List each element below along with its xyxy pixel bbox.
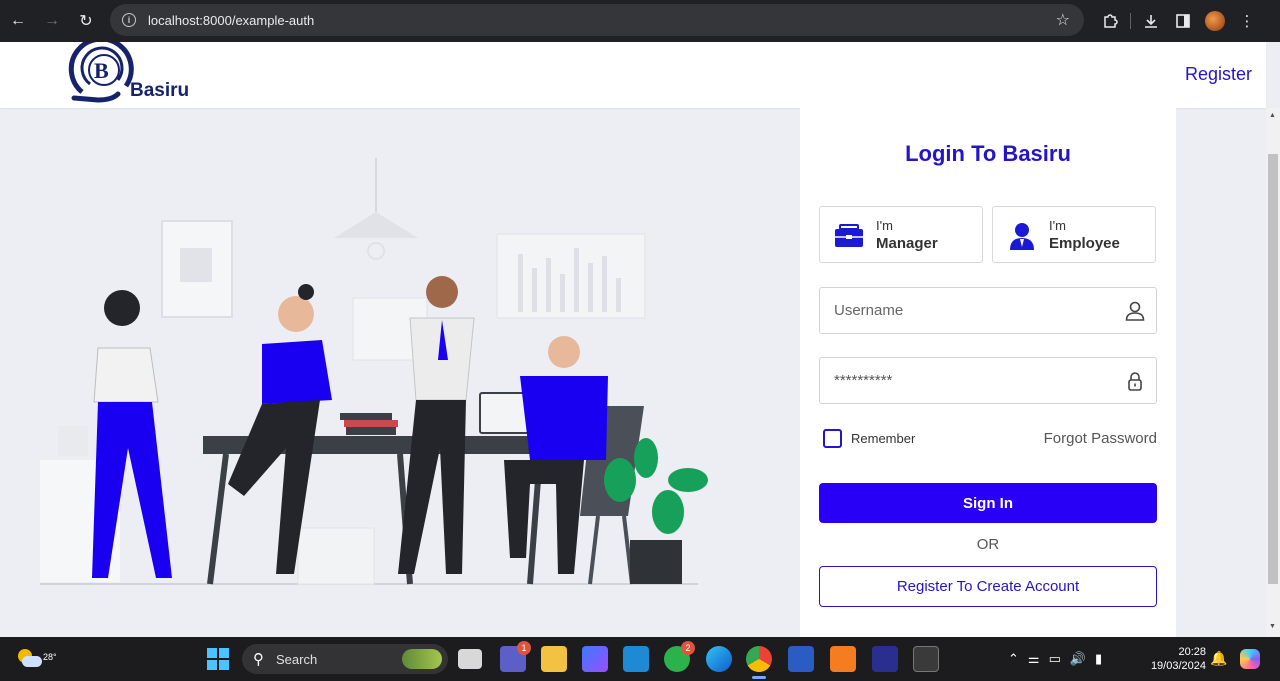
word-icon[interactable] [788,646,814,672]
page-scrollbar[interactable]: ▲ ▼ [1266,108,1280,637]
temperature: 28° [43,652,57,662]
lock-icon [1128,372,1142,391]
login-card: Login To Basiru I'm Manager I'm Employee [800,108,1176,637]
teams-badge: 1 [517,641,531,655]
address-bar[interactable]: i localhost:8000/example-auth ☆ [110,4,1084,36]
file-explorer-icon[interactable] [541,646,567,672]
forward-icon[interactable]: → [35,4,69,38]
vscode-icon[interactable] [623,646,649,672]
forgot-password-link[interactable]: Forgot Password [1044,430,1157,447]
system-tray: ⌃ ⚌ ▭ 🔊 ▮ [1008,649,1102,669]
search-highlight-image [402,649,442,669]
logo-text: Basiru [130,80,190,101]
scroll-down-arrow-icon[interactable]: ▼ [1269,623,1276,630]
browser-toolbar: ← → ↻ i localhost:8000/example-auth ☆ ⋮ [0,0,1280,42]
copilot-icon[interactable] [1240,649,1260,669]
search-label: Search [276,652,318,667]
volume-icon[interactable]: 🔊 [1070,651,1086,667]
toolbar-separator [1130,13,1131,29]
role-prefix: I'm [1049,218,1066,233]
employee-icon [1010,223,1034,250]
menu-kebab-icon[interactable]: ⋮ [1231,5,1263,37]
notification-bell-icon[interactable]: 🔔 [1210,650,1227,667]
bookmark-star-icon[interactable]: ☆ [1056,10,1070,30]
dev-app-icon[interactable] [872,646,898,672]
reload-icon[interactable]: ↻ [69,4,103,38]
search-icon: ⚲ [253,651,264,668]
weather-widget[interactable]: 28° [16,645,57,673]
site-header: B Basiru Register [0,36,1266,108]
or-divider: OR [976,536,1000,553]
taskbar-search[interactable]: ⚲ Search [242,644,448,674]
remember-checkbox-row[interactable]: Remember [823,429,915,448]
remember-label: Remember [851,431,916,446]
clock-time: 20:28 [1178,646,1206,658]
windows-taskbar: 28° ⚲ Search 1 2 ⌃ ⚌ ▭ 🔊 ▮ 20:28 19/03/2… [0,637,1280,681]
display-icon[interactable]: ▭ [1049,651,1061,667]
download-icon[interactable] [1135,5,1167,37]
network-off-icon[interactable]: ⚌ [1028,651,1040,667]
copilot-app-icon[interactable] [582,646,608,672]
back-icon[interactable]: ← [1,4,35,38]
username-input[interactable] [834,288,1124,333]
briefcase-icon [835,224,863,247]
taskbar-clock[interactable]: 20:28 19/03/2024 [1140,645,1206,673]
username-field[interactable] [819,287,1157,334]
task-view-icon[interactable] [458,649,482,669]
register-account-button[interactable]: Register To Create Account [819,566,1157,607]
edge-icon[interactable] [706,646,732,672]
header-register-link[interactable]: Register [1185,64,1252,85]
site-info-icon[interactable]: i [122,13,136,27]
role-label: Employee [1049,235,1120,252]
side-panel-icon[interactable] [1167,5,1199,37]
user-icon [1125,301,1145,321]
team-illustration [0,108,800,637]
whatsapp-badge: 2 [681,641,695,655]
terminal-icon[interactable] [913,646,939,672]
xampp-icon[interactable] [830,646,856,672]
role-manager-button[interactable]: I'm Manager [819,206,983,263]
chrome-icon[interactable] [746,646,772,679]
battery-icon[interactable]: ▮ [1095,651,1102,667]
role-label: Manager [876,235,938,252]
active-app-indicator [752,676,766,679]
clock-date: 19/03/2024 [1150,660,1206,672]
scroll-up-arrow-icon[interactable]: ▲ [1269,112,1276,119]
extensions-icon[interactable] [1094,5,1126,37]
teams-icon[interactable]: 1 [500,641,531,672]
password-field[interactable] [819,357,1157,404]
whatsapp-icon[interactable]: 2 [664,641,695,672]
url-text[interactable]: localhost:8000/example-auth [148,13,314,28]
start-button[interactable] [207,648,229,670]
scrollbar-thumb[interactable] [1268,154,1278,584]
remember-checkbox[interactable] [823,429,842,448]
profile-avatar[interactable] [1199,5,1231,37]
role-prefix: I'm [876,218,893,233]
cloud-icon [22,656,42,667]
tray-chevron-icon[interactable]: ⌃ [1008,651,1019,667]
login-title: Login To Basiru [905,141,1071,166]
sign-in-button[interactable]: Sign In [819,483,1157,523]
password-input[interactable] [834,358,1124,403]
logo-letter: B [94,58,109,83]
role-employee-button[interactable]: I'm Employee [992,206,1156,263]
